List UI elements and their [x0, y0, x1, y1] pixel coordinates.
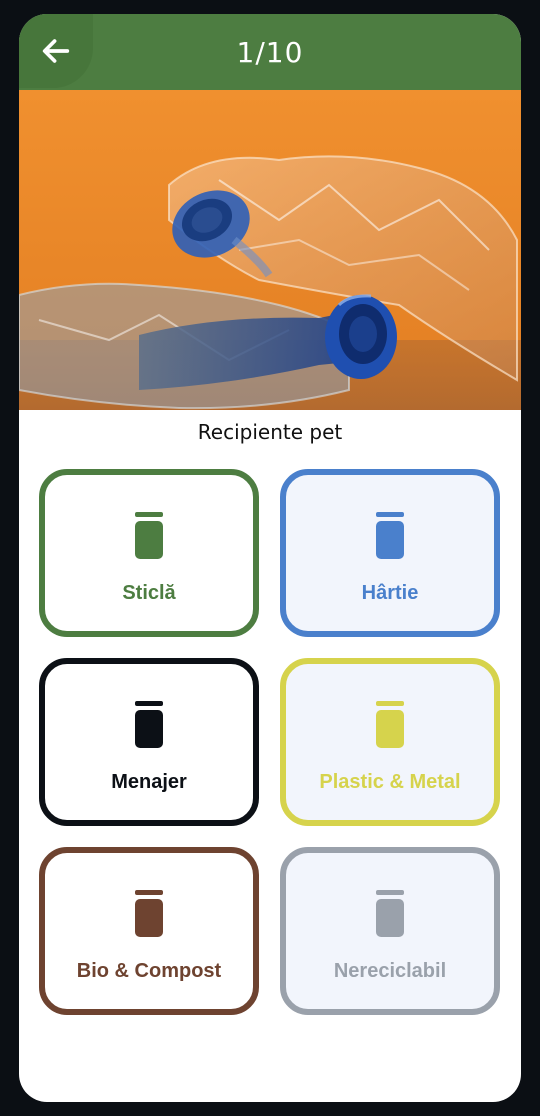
question-counter: 1/10 [236, 35, 304, 69]
bin-label: Plastic & Metal [319, 770, 461, 793]
trash-icon [135, 700, 163, 748]
bin-button-menajer[interactable]: Menajer [39, 658, 259, 826]
item-photo [19, 90, 521, 410]
bin-label: Menajer [111, 770, 187, 793]
quiz-screen: 1/10 Recipiente pet Sticlă Hârtie Menaje… [19, 14, 521, 1102]
bin-button-hartie[interactable]: Hârtie [280, 469, 500, 637]
top-bar: 1/10 [19, 14, 521, 90]
item-caption: Recipiente pet [197, 420, 343, 444]
bin-button-bio-compost[interactable]: Bio & Compost [39, 847, 259, 1015]
trash-icon [135, 511, 163, 559]
bin-label: Hârtie [361, 581, 419, 604]
bin-label: Bio & Compost [76, 959, 222, 982]
bin-button-plastic-metal[interactable]: Plastic & Metal [280, 658, 500, 826]
bin-label: Nereciclabil [333, 959, 447, 982]
trash-icon [376, 700, 404, 748]
bin-label: Sticlă [122, 581, 176, 604]
bin-button-nereciclabil[interactable]: Nereciclabil [280, 847, 500, 1015]
trash-icon [376, 889, 404, 937]
arrow-left-icon [42, 39, 70, 63]
trash-icon [135, 889, 163, 937]
bin-button-sticla[interactable]: Sticlă [39, 469, 259, 637]
trash-icon [376, 511, 404, 559]
